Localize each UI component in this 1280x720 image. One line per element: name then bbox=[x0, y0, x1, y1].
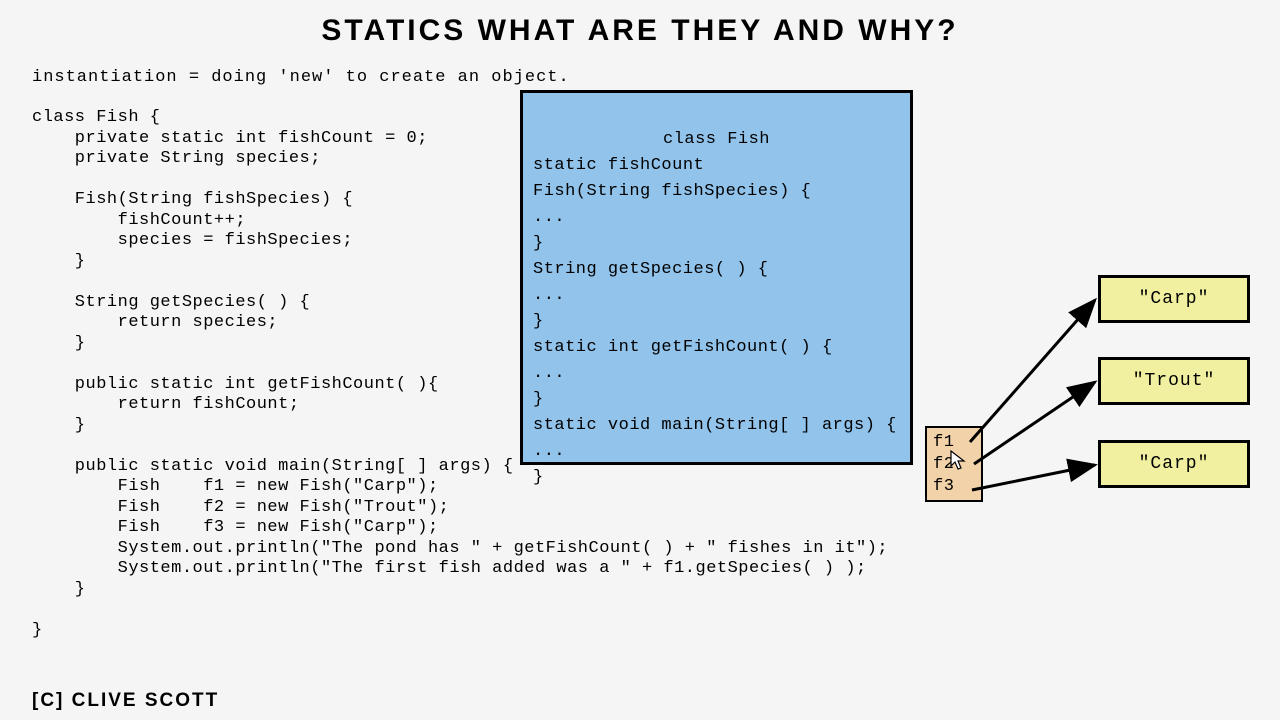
ref-f2: f2 bbox=[933, 454, 975, 476]
ref-f3: f3 bbox=[933, 476, 975, 498]
copyright-footer: [C] CLIVE SCOTT bbox=[32, 690, 219, 712]
subtitle-text: instantiation = doing 'new' to create an… bbox=[32, 68, 570, 87]
instance-box-3: "Carp" bbox=[1098, 440, 1250, 488]
class-box-body: static fishCount Fish(String fishSpecies… bbox=[533, 156, 897, 487]
page-title: STATICS WHAT ARE THEY AND WHY? bbox=[0, 0, 1280, 48]
instance-box-2: "Trout" bbox=[1098, 357, 1250, 405]
ref-f1: f1 bbox=[933, 432, 975, 454]
reference-box: f1 f2 f3 bbox=[925, 426, 983, 502]
instance-box-1: "Carp" bbox=[1098, 275, 1250, 323]
class-box: class Fishstatic fishCount Fish(String f… bbox=[520, 90, 913, 465]
class-box-header: class Fish bbox=[533, 127, 900, 153]
